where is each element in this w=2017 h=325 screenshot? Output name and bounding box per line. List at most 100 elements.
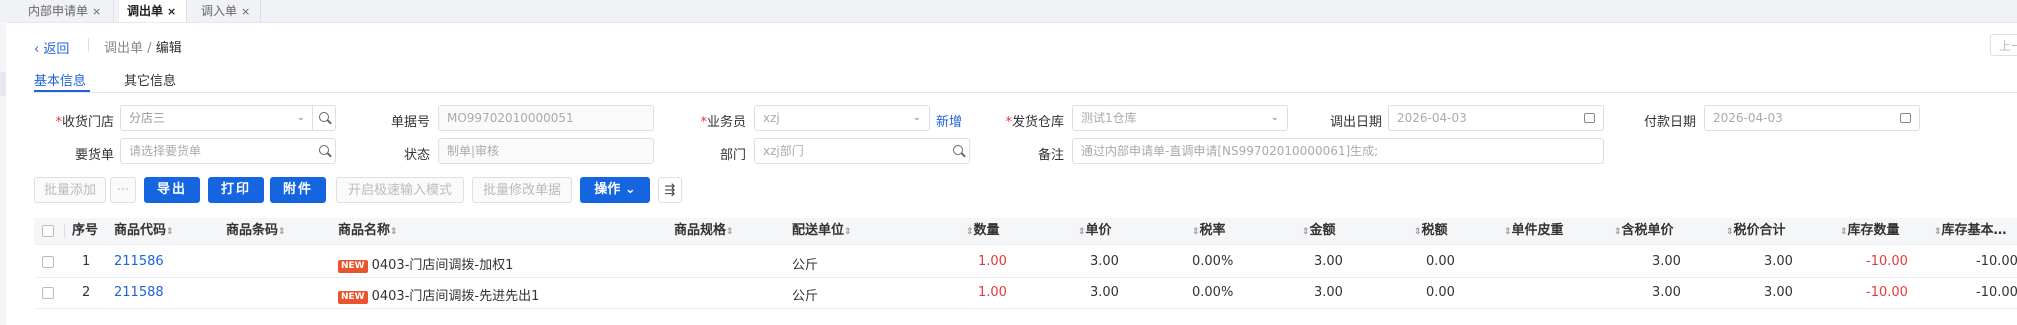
- doc-no-label: 单据号: [390, 115, 430, 130]
- dept-select[interactable]: xzj部门: [754, 138, 970, 164]
- operate-dropdown-button[interactable]: 操作 ⌄: [580, 177, 650, 203]
- row-checkbox[interactable]: [42, 287, 54, 299]
- close-icon[interactable]: ×: [167, 5, 176, 18]
- chevron-down-icon: ⌄: [1270, 112, 1279, 123]
- attachment-button[interactable]: 附件: [270, 177, 326, 203]
- pay-date-label: 付款日期: [1643, 115, 1696, 130]
- cell-tax-rate: 0.00%: [1192, 285, 1234, 300]
- col-tax-rate[interactable]: ⇕税率: [1192, 218, 1226, 244]
- salesman-label: *业务员: [700, 115, 746, 130]
- batch-edit-button[interactable]: 批量修改单据: [472, 177, 572, 203]
- status-label: 状态: [403, 148, 430, 163]
- col-stock-base[interactable]: ⇕库存基本…: [1934, 218, 2007, 244]
- prev-record-button[interactable]: 上一: [1990, 34, 2017, 56]
- col-stock[interactable]: ⇕库存数量: [1840, 218, 1900, 244]
- col-unit[interactable]: 配送单位⇕: [792, 218, 852, 244]
- divider: [34, 244, 2017, 245]
- search-icon[interactable]: [947, 139, 969, 163]
- close-icon[interactable]: ×: [241, 5, 250, 18]
- cell-stock: -10.00: [1866, 254, 1908, 269]
- chevron-left-icon: ‹: [34, 42, 40, 57]
- divider: [34, 92, 2017, 93]
- cell-tax-price: 3.00: [1652, 285, 1681, 300]
- ship-warehouse-label: *发货仓库: [1005, 115, 1064, 130]
- calendar-icon: [1584, 113, 1595, 123]
- chevron-down-icon: ⌄: [624, 182, 636, 197]
- cell-stock: -10.00: [1866, 285, 1908, 300]
- col-tax[interactable]: ⇕税额: [1414, 218, 1448, 244]
- out-date-label: 调出日期: [1329, 115, 1382, 130]
- divider: [34, 308, 2017, 309]
- chevron-down-icon: ⌄: [912, 112, 921, 123]
- tab-internal-request[interactable]: 内部申请单 ×: [20, 0, 114, 22]
- side-strip-marker: [0, 72, 6, 96]
- cell-name: NEW 0403-门店间调拨-先进先出1: [338, 285, 539, 304]
- cell-amount: 3.00: [1314, 285, 1343, 300]
- pay-date-picker[interactable]: 2026-04-03: [1704, 105, 1920, 131]
- cell-unit: 公斤: [792, 258, 819, 273]
- status-field: 制单|审核: [438, 138, 654, 164]
- cell-total: 3.00: [1764, 285, 1793, 300]
- tab-other-info[interactable]: 其它信息: [124, 70, 176, 89]
- search-icon[interactable]: [313, 139, 335, 163]
- column-settings-icon[interactable]: ⇶: [658, 177, 682, 203]
- tab-basic-info[interactable]: 基本信息: [34, 70, 86, 89]
- dept-label: 部门: [719, 148, 746, 163]
- new-badge: NEW: [338, 291, 368, 304]
- cell-tax-rate: 0.00%: [1192, 254, 1234, 269]
- select-all-checkbox[interactable]: [42, 225, 54, 237]
- col-amount[interactable]: ⇕金额: [1302, 218, 1336, 244]
- cell-code-link[interactable]: 211588: [114, 285, 164, 300]
- cell-code-link[interactable]: 211586: [114, 254, 164, 269]
- col-barcode[interactable]: 商品条码⇕: [226, 218, 286, 244]
- col-total[interactable]: ⇕税价合计: [1726, 218, 1786, 244]
- ship-warehouse-select[interactable]: 测试1仓库 ⌄: [1072, 105, 1288, 131]
- calendar-icon: [1900, 113, 1911, 123]
- cell-price[interactable]: 3.00: [1090, 254, 1119, 269]
- print-button[interactable]: 打印: [208, 177, 264, 203]
- table-header: [34, 218, 2017, 244]
- tab-bar: 内部申请单 × 调出单 × 调入单 ×: [0, 0, 2017, 23]
- cell-price[interactable]: 3.00: [1090, 285, 1119, 300]
- cell-stock-base: -10.00: [1976, 285, 2017, 300]
- more-button[interactable]: ···: [110, 177, 136, 203]
- side-strip: [0, 22, 6, 325]
- batch-add-button[interactable]: 批量添加: [34, 177, 106, 203]
- quick-input-button[interactable]: 开启极速输入模式: [336, 177, 464, 203]
- cell-name: NEW 0403-门店间调拨-加权1: [338, 254, 513, 273]
- col-seq: 序号: [72, 223, 99, 238]
- cell-seq: 2: [82, 285, 91, 300]
- search-icon[interactable]: [312, 106, 335, 130]
- col-tax-price[interactable]: ⇕含税单价: [1614, 218, 1674, 244]
- divider: [34, 277, 2017, 278]
- export-button[interactable]: 导出: [144, 177, 200, 203]
- request-doc-select[interactable]: 请选择要货单: [120, 138, 336, 164]
- remark-label: 备注: [1037, 148, 1064, 163]
- col-qty[interactable]: ⇕数量: [966, 218, 1000, 244]
- request-doc-label: 要货单: [74, 148, 114, 163]
- cell-qty[interactable]: 1.00: [978, 254, 1007, 269]
- col-name[interactable]: 商品名称⇕: [338, 218, 398, 244]
- cell-qty[interactable]: 1.00: [978, 285, 1007, 300]
- cell-tax: 0.00: [1426, 254, 1455, 269]
- cell-tax-price: 3.00: [1652, 254, 1681, 269]
- col-spec[interactable]: 商品规格⇕: [674, 218, 734, 244]
- salesman-select[interactable]: xzj ⌄: [754, 105, 930, 131]
- add-salesman-link[interactable]: 新增: [936, 111, 962, 130]
- remark-field[interactable]: 通过内部申请单-直调申请[NS99702010000061]生成;: [1072, 138, 1604, 164]
- back-link[interactable]: ‹ 返回: [34, 38, 69, 57]
- receive-store-select[interactable]: 分店三 ⌄: [120, 105, 336, 131]
- row-checkbox[interactable]: [42, 256, 54, 268]
- receive-store-label: *收货门店: [55, 115, 114, 130]
- col-tare[interactable]: ⇕单件皮重: [1504, 218, 1564, 244]
- divider: [64, 224, 65, 238]
- col-price[interactable]: ⇕单价: [1078, 218, 1112, 244]
- chevron-down-icon: ⌄: [296, 112, 305, 123]
- out-date-picker[interactable]: 2026-04-03: [1388, 105, 1604, 131]
- cell-tax: 0.00: [1426, 285, 1455, 300]
- tab-transfer-out[interactable]: 调出单 ×: [119, 0, 187, 22]
- cell-seq: 1: [82, 254, 91, 269]
- col-code[interactable]: 商品代码⇕: [114, 218, 174, 244]
- tab-transfer-in[interactable]: 调入单 ×: [193, 0, 261, 22]
- close-icon[interactable]: ×: [92, 5, 101, 18]
